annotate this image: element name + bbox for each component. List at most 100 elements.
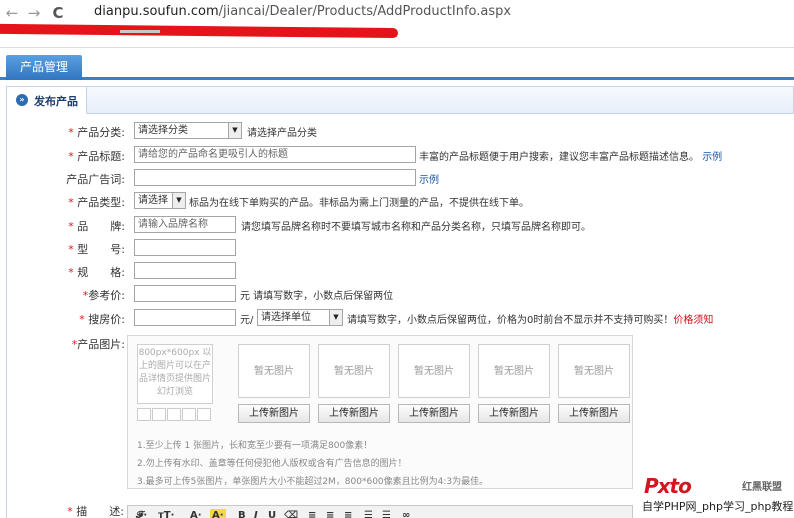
row-title: * 产品标题: 请给您的产品命名更吸引人的标题 丰富的产品标题便于用户搜索，建议… xyxy=(7,144,794,166)
url-host: dianpu.soufun.com xyxy=(94,4,219,19)
address-bar[interactable]: dianpu.soufun.com/jiancai/Dealer/Product… xyxy=(94,4,511,19)
ad-slogan-label: 产品广告词: xyxy=(66,173,125,186)
watermark-bar: 自学PHP网_php学习_php教程 xyxy=(640,496,794,514)
image-slot-3: 暂无图片 xyxy=(398,344,470,398)
images-label: *产品图片: xyxy=(71,338,125,351)
font-size-icon[interactable]: тT· xyxy=(158,509,174,518)
row-group-price: * 搜房价: 元/ 请选择单位 ▼ 请填写数字，小数点后保留两位，价格为0时前台… xyxy=(7,307,794,329)
product-images-panel: 800px*600px 以上的图片可以在产品详情页提供图片幻灯浏览 暂无图片 上… xyxy=(127,335,633,489)
row-spec: * 规 格: xyxy=(7,260,794,282)
horizontal-rule-icon[interactable] xyxy=(420,509,434,518)
image-slot-1: 暂无图片 xyxy=(238,344,310,398)
underline-icon[interactable]: U xyxy=(268,509,276,518)
highlight-icon[interactable]: A· xyxy=(210,509,226,518)
category-hint: 请选择产品分类 xyxy=(247,128,317,139)
chevron-down-icon: ▼ xyxy=(228,123,241,138)
font-family-icon[interactable]: 𝓕· xyxy=(136,509,147,518)
brand-hint: 请您填写品牌名称时不要填写城市名称和产品分类名称，只填写品牌名称即可。 xyxy=(241,222,591,233)
description-label: * 描 述: xyxy=(67,505,124,518)
ref-price-label: *参考价: xyxy=(82,289,125,302)
category-label: * 产品分类: xyxy=(68,126,125,139)
model-label: * 型 号: xyxy=(68,243,125,256)
brand-label: * 品 牌: xyxy=(68,220,125,233)
row-ad-slogan: 产品广告词: 示例 xyxy=(7,167,794,189)
main-tab-bar: 产品管理 xyxy=(0,48,794,80)
italic-icon[interactable]: I xyxy=(254,509,258,518)
eraser-icon[interactable]: ⌫ xyxy=(284,509,298,518)
price-notice-link[interactable]: 价格须知 xyxy=(673,315,713,326)
ad-slogan-example-link[interactable]: 示例 xyxy=(419,171,439,186)
align-left-icon[interactable]: ≡ xyxy=(308,509,316,518)
category-select[interactable]: 请选择分类 ▼ xyxy=(134,122,242,139)
unordered-list-icon[interactable]: ☰ xyxy=(382,509,391,518)
group-price-input[interactable] xyxy=(134,309,236,326)
browser-chrome: ← → C dianpu.soufun.com/jiancai/Dealer/P… xyxy=(0,0,794,48)
row-category: * 产品分类: 请选择分类 ▼ 请选择产品分类 xyxy=(7,120,794,142)
image-note-3: 3.最多可上传5张图片，单张图片大小不能超过2M，800*600像素且比例为4:… xyxy=(137,477,489,487)
reload-icon[interactable]: C xyxy=(50,4,66,22)
spec-label: * 规 格: xyxy=(68,266,125,279)
upload-image-button-2[interactable]: 上传新图片 xyxy=(318,404,390,423)
tab-product-management[interactable]: 产品管理 xyxy=(6,55,82,80)
upload-image-button-1[interactable]: 上传新图片 xyxy=(238,404,310,423)
ref-price-hint: 元 请填写数字，小数点后保留两位 xyxy=(240,291,394,302)
type-select-value: 请选择 xyxy=(138,195,168,206)
font-color-icon[interactable]: A· xyxy=(190,509,202,518)
price-unit-select[interactable]: 请选择单位 ▼ xyxy=(257,309,343,326)
group-price-label: * 搜房价: xyxy=(79,313,125,326)
align-right-icon[interactable]: ≡ xyxy=(344,509,352,518)
redaction-mark-gray xyxy=(120,30,160,33)
forward-arrow-icon[interactable]: → xyxy=(26,4,42,22)
title-hint: 丰富的产品标题便于用户搜索，建议您丰富产品标题描述信息。 示例 xyxy=(419,152,723,163)
chevron-down-icon: ▼ xyxy=(172,193,185,208)
image-slot-5: 暂无图片 xyxy=(558,344,630,398)
image-slot-4: 暂无图片 xyxy=(478,344,550,398)
row-type: * 产品类型: 请选择 ▼ 标品为在线下单购买的产品。非标品为需上门测量的产品，… xyxy=(7,190,794,212)
price-unit-prefix: 元/ xyxy=(240,315,254,326)
watermark-site-name: 红黑联盟 xyxy=(742,482,782,493)
spec-input[interactable] xyxy=(134,262,236,279)
ordered-list-icon[interactable]: ☰ xyxy=(364,509,373,518)
thumbnail-slot[interactable] xyxy=(152,408,166,421)
bold-icon[interactable]: B xyxy=(238,509,246,518)
image-note-2: 2.勿上传有水印、盖章等任何侵犯他人版权或含有广告信息的图片！ xyxy=(137,459,407,469)
sub-tab-bar: » 发布产品 xyxy=(6,86,794,114)
thumbnail-slot[interactable] xyxy=(167,408,181,421)
thumbnail-slot[interactable] xyxy=(197,408,211,421)
row-model: * 型 号: xyxy=(7,237,794,259)
upload-image-button-3[interactable]: 上传新图片 xyxy=(398,404,470,423)
tab-publish-product-label: 发布产品 xyxy=(34,95,78,108)
link-icon[interactable]: ∞ xyxy=(402,509,410,518)
image-note-1: 1.至少上传 1 张图片，长和宽至少要有一项满足800像素！ xyxy=(137,441,373,451)
back-arrow-icon[interactable]: ← xyxy=(4,4,20,22)
watermark-logo: Pxto xyxy=(644,474,692,498)
redaction-mark xyxy=(0,23,398,39)
thumbnail-slot[interactable] xyxy=(182,408,196,421)
watermark: Pxto 红黑联盟 自学PHP网_php学习_php教程 xyxy=(640,474,794,518)
url-path: /jiancai/Dealer/Products/AddProductInfo.… xyxy=(218,4,512,19)
image-size-hint: 800px*600px 以上的图片可以在产品详情页提供图片幻灯浏览 xyxy=(137,344,213,404)
type-select[interactable]: 请选择 ▼ xyxy=(134,192,186,209)
title-input[interactable]: 请给您的产品命名更吸引人的标题 xyxy=(134,146,416,163)
upload-image-button-4[interactable]: 上传新图片 xyxy=(478,404,550,423)
group-price-hint: 请填写数字，小数点后保留两位，价格为0时前台不显示并不支持可购买！价格须知 xyxy=(347,315,714,326)
title-example-link[interactable]: 示例 xyxy=(702,152,722,163)
price-unit-select-value: 请选择单位 xyxy=(261,312,311,323)
model-input[interactable] xyxy=(134,239,236,256)
image-slot-2: 暂无图片 xyxy=(318,344,390,398)
description-editor-toolbar: 𝓕· тT· A· A· B I U ⌫ ≡ ≡ ≡ ☰ ☰ ∞ xyxy=(127,505,633,518)
align-center-icon[interactable]: ≡ xyxy=(326,509,334,518)
row-ref-price: *参考价: 元 请填写数字，小数点后保留两位 xyxy=(7,283,794,305)
ref-price-input[interactable] xyxy=(134,285,236,302)
chevron-down-icon: ▼ xyxy=(329,310,342,325)
row-brand: * 品 牌: 请输入品牌名称 请您填写品牌名称时不要填写城市名称和产品分类名称，… xyxy=(7,214,794,236)
brand-input[interactable]: 请输入品牌名称 xyxy=(134,216,236,233)
watermark-text: 自学PHP网_php学习_php教程 xyxy=(642,500,794,513)
upload-image-button-5[interactable]: 上传新图片 xyxy=(558,404,630,423)
ad-slogan-input[interactable] xyxy=(134,169,416,186)
thumbnail-slot[interactable] xyxy=(137,408,151,421)
title-label: * 产品标题: xyxy=(68,150,125,163)
type-hint: 标品为在线下单购买的产品。非标品为需上门测量的产品，不提供在线下单。 xyxy=(189,198,529,209)
arrow-circle-icon: » xyxy=(16,94,28,106)
tab-publish-product[interactable]: » 发布产品 xyxy=(7,87,87,114)
